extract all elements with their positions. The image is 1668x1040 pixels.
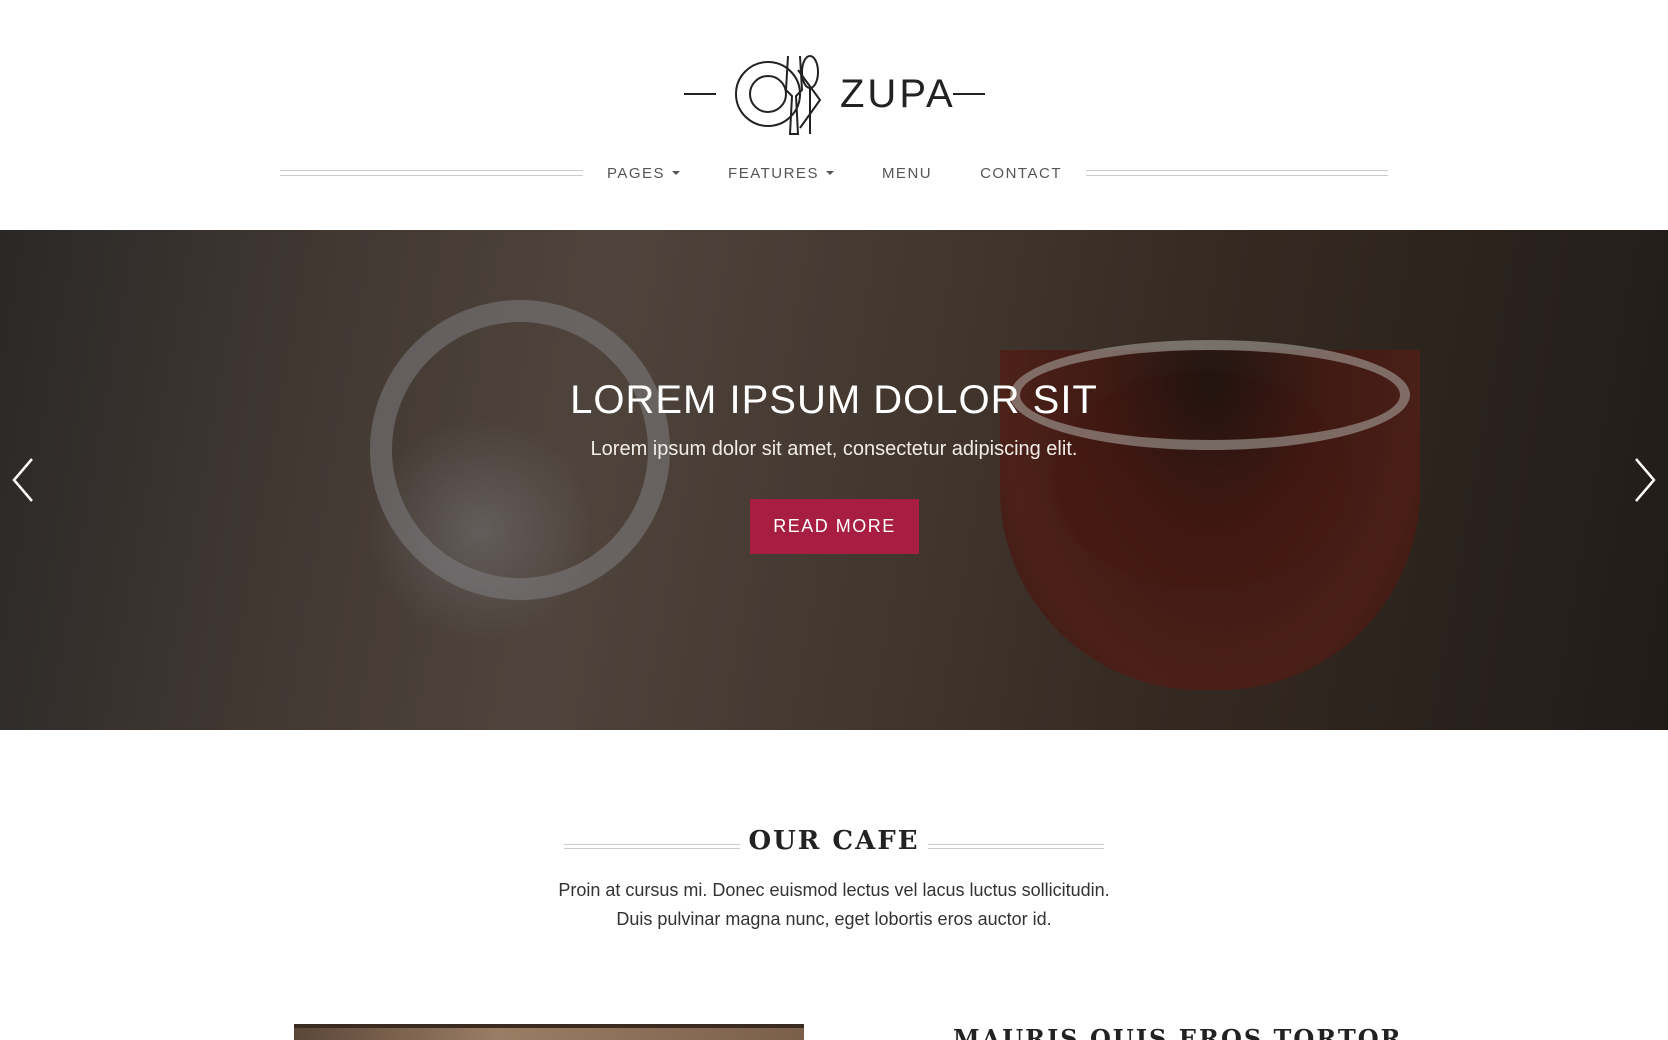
logo[interactable]: ZUPA (0, 22, 1668, 135)
section-text: Proin at cursus mi. Donec euismod lectus… (0, 876, 1668, 934)
our-cafe-section: OUR CAFE Proin at cursus mi. Donec euism… (0, 820, 1668, 1040)
section-text-line: Proin at cursus mi. Donec euismod lectus… (558, 880, 1110, 900)
nav-items: PAGES FEATURES MENU CONTACT (583, 162, 1086, 184)
nav-divider-right (1086, 170, 1388, 176)
section-divider-left (564, 844, 740, 849)
read-more-button[interactable]: READ MORE (750, 499, 919, 554)
logo-dash-right (953, 93, 985, 95)
chevron-right-icon[interactable] (1630, 455, 1660, 505)
logo-dash-left (684, 93, 716, 95)
plate-fork-spoon-icon (735, 55, 822, 135)
nav-item-label: PAGES (606, 164, 666, 182)
section-divider-right (928, 844, 1104, 849)
cafe-image (294, 1024, 804, 1040)
brand-name[interactable]: ZUPA (840, 68, 956, 120)
nav-item-contact[interactable]: CONTACT (980, 162, 1062, 184)
chevron-left-icon[interactable] (8, 455, 38, 505)
nav-divider-left (280, 170, 583, 176)
hero-slider: LOREM IPSUM DOLOR SIT Lorem ipsum dolor … (0, 230, 1668, 730)
nav-item-label: MENU (881, 164, 933, 182)
hero-overlay (0, 230, 1668, 730)
hero-subtitle: Lorem ipsum dolor sit amet, consectetur … (590, 438, 1078, 460)
nav-item-label: FEATURES (728, 164, 819, 182)
nav-item-label: CONTACT (980, 164, 1062, 182)
hero-title: LOREM IPSUM DOLOR SIT (570, 378, 1098, 422)
nav-item-pages[interactable]: PAGES (606, 162, 681, 184)
caret-down-icon (825, 171, 834, 175)
caret-down-icon (672, 171, 681, 175)
section-title: OUR CAFE (748, 826, 920, 856)
main-nav: PAGES FEATURES MENU CONTACT (0, 150, 1668, 194)
nav-item-features[interactable]: FEATURES (728, 162, 834, 184)
nav-item-menu[interactable]: MENU (882, 162, 932, 184)
section-text-line: Duis pulvinar magna nunc, eget lobortis … (616, 909, 1052, 929)
cafe-subheading: MAURIS QUIS EROS TORTOR (953, 1024, 1403, 1040)
site-header: ZUPA PAGES FEATURES MENU CONTACT (0, 0, 1668, 230)
